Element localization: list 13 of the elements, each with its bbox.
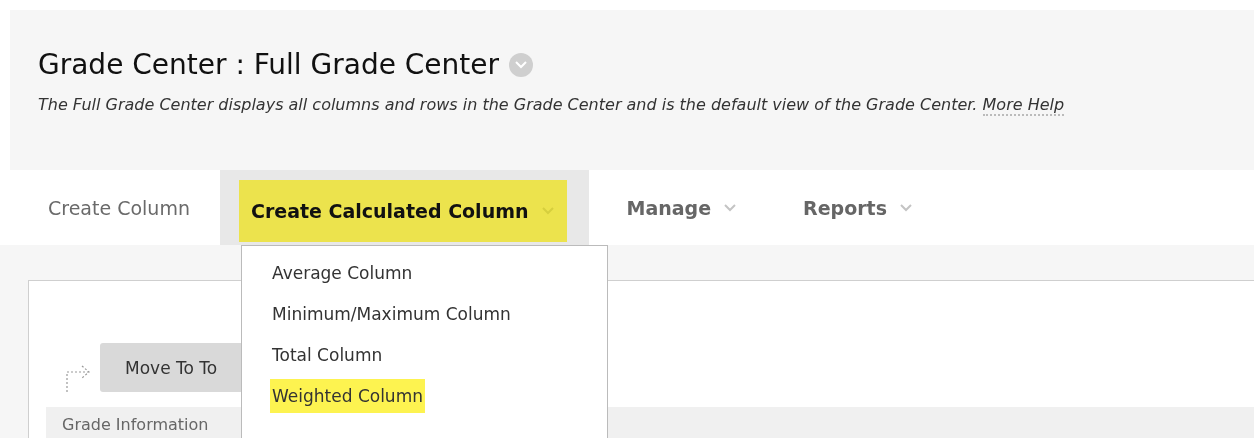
menu-item[interactable]: Weighted Column: [270, 379, 425, 413]
nav-tab[interactable]: Reports: [765, 170, 941, 245]
menu-item[interactable]: Average Column: [270, 261, 415, 285]
nav-tab[interactable]: Create Calculated Column: [238, 180, 567, 242]
caret-icon: [723, 202, 738, 213]
chevron-down-icon[interactable]: [509, 52, 534, 77]
caret-icon: [899, 202, 913, 213]
nav-tab[interactable]: Create Column: [10, 170, 220, 245]
menu-item[interactable]: Minimum/Maximum Column: [270, 302, 513, 326]
page-title: Grade Center : Full Grade Center: [38, 48, 500, 81]
page-description: The Full Grade Center displays all columns and rows in the Grade Center and is the default view of the Grade Center. More Help: [38, 95, 1066, 114]
more-help-link[interactable]: More Help: [982, 95, 1065, 116]
nav-tab[interactable]: Manage: [588, 170, 766, 245]
